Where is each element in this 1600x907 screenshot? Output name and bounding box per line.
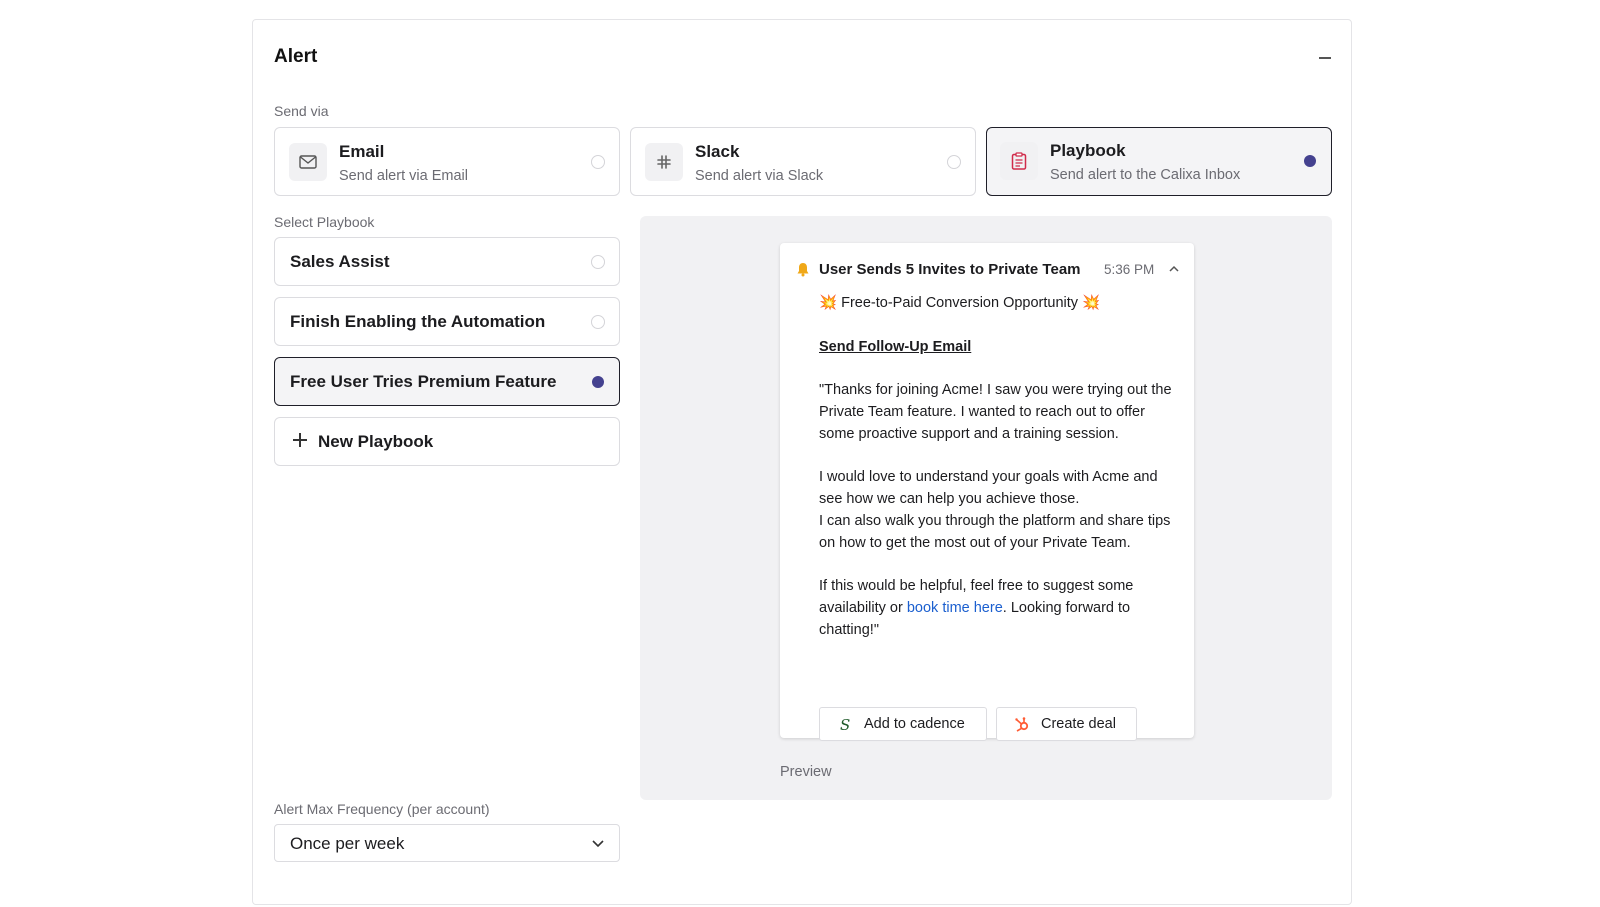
add-to-cadence-label: Add to cadence [864,716,965,732]
preview-label: Preview [780,764,832,780]
playbook-option-label: Finish Enabling the Automation [290,312,546,331]
new-playbook-label: New Playbook [318,432,434,451]
message-time: 5:36 PM [1104,262,1155,277]
alert-card: Alert Send via Email Send alert via Emai… [252,19,1352,905]
playbook-option-free-user[interactable]: Free User Tries Premium Feature [274,357,620,406]
radio-email[interactable] [591,155,605,169]
svg-text:S: S [840,716,850,732]
frequency-label: Alert Max Frequency (per account) [274,801,490,817]
playbook-option-sales-assist[interactable]: Sales Assist [274,237,620,286]
radio-playbook-option[interactable] [591,315,605,329]
hubspot-icon [1015,717,1029,732]
radio-slack[interactable] [947,155,961,169]
playbook-option-label: Sales Assist [290,252,390,271]
new-playbook-button[interactable]: New Playbook [274,417,620,466]
send-option-subtitle: Send alert via Slack [695,168,824,184]
radio-playbook-option[interactable] [591,255,605,269]
chevron-up-icon[interactable] [1168,264,1180,274]
send-option-subtitle: Send alert to the Calixa Inbox [1050,167,1241,183]
message-headline: 💥 Free-to-Paid Conversion Opportunity 💥 [819,295,1101,311]
select-playbook-label: Select Playbook [274,214,375,230]
send-option-title: Email [339,142,385,161]
create-deal-label: Create deal [1041,716,1116,732]
message-paragraph: "Thanks for joining Acme! I saw you were… [819,382,1172,442]
salesloft-icon: S [840,716,850,732]
radio-playbook[interactable] [1304,155,1316,167]
alert-message-card: User Sends 5 Invites to Private Team 5:3… [780,243,1194,741]
message-body: 💥 Free-to-Paid Conversion Opportunity 💥 … [819,293,1179,664]
radio-playbook-option[interactable] [592,376,604,388]
send-option-email[interactable]: Email Send alert via Email [274,127,620,196]
slack-icon [645,143,683,181]
message-paragraph: If this would be helpful, feel free to s… [819,578,1134,638]
explosion-icon: 💥 [1082,295,1101,311]
message-paragraph: I would love to understand your goals wi… [819,469,1171,551]
bell-icon [797,263,809,277]
collapse-button[interactable] [1315,48,1335,68]
explosion-icon: 💥 [819,295,838,311]
send-option-playbook[interactable]: Playbook Send alert to the Calixa Inbox [986,127,1332,196]
frequency-value: Once per week [290,834,405,853]
playbook-option-finish-enabling[interactable]: Finish Enabling the Automation [274,297,620,346]
frequency-select[interactable]: Once per week [274,824,620,862]
create-deal-button[interactable]: Create deal [996,707,1137,741]
add-to-cadence-button[interactable]: S Add to cadence [819,707,987,741]
mail-icon [289,143,327,181]
message-title: User Sends 5 Invites to Private Team [819,261,1081,278]
clipboard-icon [1000,142,1038,180]
send-follow-up-email-link[interactable]: Send Follow-Up Email [819,339,971,355]
send-via-label: Send via [274,103,329,119]
plus-icon [293,433,307,447]
send-option-title: Playbook [1050,141,1126,160]
send-option-slack[interactable]: Slack Send alert via Slack [630,127,976,196]
book-time-link[interactable]: book time here [907,600,1003,616]
playbook-option-label: Free User Tries Premium Feature [290,372,557,391]
chevron-down-icon [592,840,604,848]
card-title: Alert [274,46,318,67]
send-option-title: Slack [695,142,740,161]
preview-panel: User Sends 5 Invites to Private Team 5:3… [640,216,1332,800]
send-option-subtitle: Send alert via Email [339,168,468,184]
